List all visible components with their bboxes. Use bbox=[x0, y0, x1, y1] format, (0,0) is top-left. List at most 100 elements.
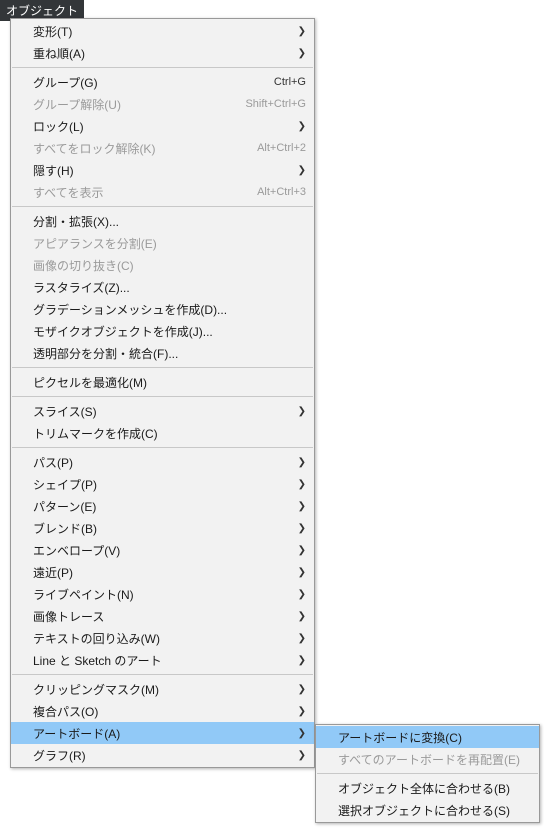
submenu-arrow-icon: ❯ bbox=[296, 479, 306, 490]
menu-separator bbox=[12, 447, 313, 448]
submenu-arrow-icon: ❯ bbox=[296, 655, 306, 666]
menu-item-label: ピクセルを最適化(M) bbox=[33, 374, 306, 391]
menu-item-label: アピアランスを分割(E) bbox=[33, 235, 306, 252]
menu-item-pixel-perfect[interactable]: ピクセルを最適化(M) bbox=[11, 371, 314, 393]
menu-item-arrange[interactable]: 重ね順(A)❯ bbox=[11, 42, 314, 64]
menu-item-perspective[interactable]: 遠近(P)❯ bbox=[11, 561, 314, 583]
menu-item-label: スライス(S) bbox=[33, 403, 296, 420]
submenu-arrow-icon: ❯ bbox=[296, 48, 306, 59]
menu-item-crop-image: 画像の切り抜き(C) bbox=[11, 254, 314, 276]
menu-item-label: グループ解除(U) bbox=[33, 96, 235, 113]
submenu-arrow-icon: ❯ bbox=[296, 706, 306, 717]
submenu-arrow-icon: ❯ bbox=[296, 121, 306, 132]
menu-title-label: オブジェクト bbox=[6, 4, 78, 18]
submenu-item-fit-to-artwork[interactable]: オブジェクト全体に合わせる(B) bbox=[316, 777, 539, 799]
menu-item-label: 画像トレース bbox=[33, 608, 296, 625]
menu-item-clipping-mask[interactable]: クリッピングマスク(M)❯ bbox=[11, 678, 314, 700]
menu-item-label: 選択オブジェクトに合わせる(S) bbox=[338, 802, 531, 819]
menu-item-unlock-all: すべてをロック解除(K) Alt+Ctrl+2 bbox=[11, 137, 314, 159]
menu-item-lock[interactable]: ロック(L)❯ bbox=[11, 115, 314, 137]
menu-item-path[interactable]: パス(P)❯ bbox=[11, 451, 314, 473]
menu-item-label: オブジェクト全体に合わせる(B) bbox=[338, 780, 531, 797]
menu-separator bbox=[12, 396, 313, 397]
menu-item-artboards[interactable]: アートボード(A)❯ bbox=[11, 722, 314, 744]
menu-item-label: パス(P) bbox=[33, 454, 296, 471]
menu-item-label: 遠近(P) bbox=[33, 564, 296, 581]
menu-separator bbox=[12, 367, 313, 368]
menu-item-expand[interactable]: 分割・拡張(X)... bbox=[11, 210, 314, 232]
menu-item-label: 画像の切り抜き(C) bbox=[33, 257, 306, 274]
submenu-item-fit-to-selected[interactable]: 選択オブジェクトに合わせる(S) bbox=[316, 799, 539, 821]
menu-item-group[interactable]: グループ(G) Ctrl+G bbox=[11, 71, 314, 93]
menu-item-label: ブレンド(B) bbox=[33, 520, 296, 537]
menu-item-mosaic[interactable]: モザイクオブジェクトを作成(J)... bbox=[11, 320, 314, 342]
menu-item-label: エンベロープ(V) bbox=[33, 542, 296, 559]
menu-item-label: 透明部分を分割・統合(F)... bbox=[33, 345, 306, 362]
menu-item-trim-marks[interactable]: トリムマークを作成(C) bbox=[11, 422, 314, 444]
menu-item-label: パターン(E) bbox=[33, 498, 296, 515]
submenu-arrow-icon: ❯ bbox=[296, 684, 306, 695]
menu-item-shortcut: Shift+Ctrl+G bbox=[245, 98, 306, 110]
menu-item-label: ロック(L) bbox=[33, 118, 296, 135]
menu-item-label: ラスタライズ(Z)... bbox=[33, 279, 306, 296]
submenu-arrow-icon: ❯ bbox=[296, 523, 306, 534]
menu-item-label: 変形(T) bbox=[33, 23, 296, 40]
menu-item-compound-path[interactable]: 複合パス(O)❯ bbox=[11, 700, 314, 722]
submenu-arrow-icon: ❯ bbox=[296, 589, 306, 600]
menu-item-gradient-mesh[interactable]: グラデーションメッシュを作成(D)... bbox=[11, 298, 314, 320]
submenu-item-rearrange-all: すべてのアートボードを再配置(E) bbox=[316, 748, 539, 770]
menu-item-label: テキストの回り込み(W) bbox=[33, 630, 296, 647]
menu-item-hide[interactable]: 隠す(H)❯ bbox=[11, 159, 314, 181]
submenu-arrow-icon: ❯ bbox=[296, 406, 306, 417]
menu-item-label: シェイプ(P) bbox=[33, 476, 296, 493]
menu-item-label: アートボード(A) bbox=[33, 725, 296, 742]
menu-item-shape[interactable]: シェイプ(P)❯ bbox=[11, 473, 314, 495]
menu-item-label: すべてを表示 bbox=[33, 184, 247, 201]
menu-item-line-sketch[interactable]: Line と Sketch のアート❯ bbox=[11, 649, 314, 671]
submenu-arrow-icon: ❯ bbox=[296, 611, 306, 622]
submenu-arrow-icon: ❯ bbox=[296, 501, 306, 512]
menu-separator bbox=[12, 67, 313, 68]
menu-item-text-wrap[interactable]: テキストの回り込み(W)❯ bbox=[11, 627, 314, 649]
menu-item-label: 重ね順(A) bbox=[33, 45, 296, 62]
menu-item-label: 複合パス(O) bbox=[33, 703, 296, 720]
menu-item-label: グループ(G) bbox=[33, 74, 264, 91]
submenu-arrow-icon: ❯ bbox=[296, 750, 306, 761]
menu-item-label: Line と Sketch のアート bbox=[33, 652, 296, 669]
menu-separator bbox=[317, 773, 538, 774]
submenu-arrow-icon: ❯ bbox=[296, 545, 306, 556]
menu-item-envelope[interactable]: エンベロープ(V)❯ bbox=[11, 539, 314, 561]
menu-separator bbox=[12, 206, 313, 207]
submenu-arrow-icon: ❯ bbox=[296, 26, 306, 37]
menu-item-slice[interactable]: スライス(S)❯ bbox=[11, 400, 314, 422]
menu-item-expand-appearance: アピアランスを分割(E) bbox=[11, 232, 314, 254]
menu-item-label: トリムマークを作成(C) bbox=[33, 425, 306, 442]
menu-item-flatten-transparency[interactable]: 透明部分を分割・統合(F)... bbox=[11, 342, 314, 364]
menu-item-label: アートボードに変換(C) bbox=[338, 729, 531, 746]
menu-separator bbox=[12, 674, 313, 675]
menu-item-label: モザイクオブジェクトを作成(J)... bbox=[33, 323, 306, 340]
submenu-item-convert-to-artboards[interactable]: アートボードに変換(C) bbox=[316, 726, 539, 748]
menu-item-show-all: すべてを表示 Alt+Ctrl+3 bbox=[11, 181, 314, 203]
menu-item-shortcut: Alt+Ctrl+2 bbox=[257, 142, 306, 154]
menu-item-label: すべてのアートボードを再配置(E) bbox=[338, 751, 531, 768]
menu-item-label: 分割・拡張(X)... bbox=[33, 213, 306, 230]
menu-item-label: クリッピングマスク(M) bbox=[33, 681, 296, 698]
submenu-arrow-icon: ❯ bbox=[296, 567, 306, 578]
menu-item-pattern[interactable]: パターン(E)❯ bbox=[11, 495, 314, 517]
menu-item-rasterize[interactable]: ラスタライズ(Z)... bbox=[11, 276, 314, 298]
submenu-arrow-icon: ❯ bbox=[296, 633, 306, 644]
object-menu-panel: 変形(T)❯重ね順(A)❯グループ(G)Ctrl+Gグループ解除(U)Shift… bbox=[10, 18, 315, 768]
menu-item-graph[interactable]: グラフ(R)❯ bbox=[11, 744, 314, 766]
menu-item-shortcut: Alt+Ctrl+3 bbox=[257, 186, 306, 198]
menu-item-transform[interactable]: 変形(T)❯ bbox=[11, 20, 314, 42]
menu-item-image-trace[interactable]: 画像トレース❯ bbox=[11, 605, 314, 627]
menu-item-live-paint[interactable]: ライブペイント(N)❯ bbox=[11, 583, 314, 605]
menu-item-label: グラデーションメッシュを作成(D)... bbox=[33, 301, 306, 318]
menu-item-label: すべてをロック解除(K) bbox=[33, 140, 247, 157]
submenu-arrow-icon: ❯ bbox=[296, 728, 306, 739]
menu-item-label: ライブペイント(N) bbox=[33, 586, 296, 603]
submenu-arrow-icon: ❯ bbox=[296, 165, 306, 176]
menu-item-blend[interactable]: ブレンド(B)❯ bbox=[11, 517, 314, 539]
menu-item-shortcut: Ctrl+G bbox=[274, 76, 306, 88]
